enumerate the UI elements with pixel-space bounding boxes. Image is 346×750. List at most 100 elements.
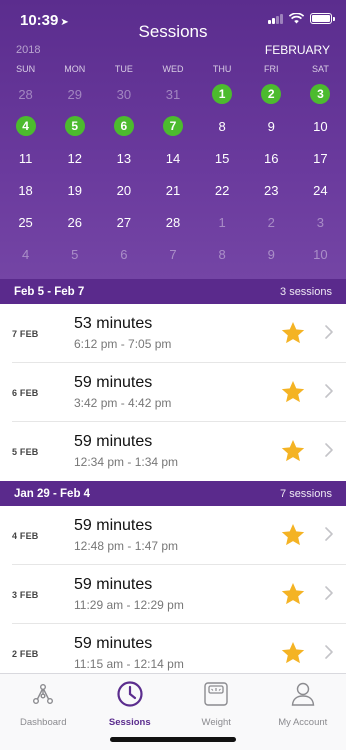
calendar-day[interactable]: 10 [296,238,345,270]
calendar-day[interactable]: 23 [247,174,296,206]
calendar-day[interactable]: 8 [198,110,247,142]
session-list[interactable]: Feb 5 - Feb 7 3 sessions 7 FEB 53 minutes 6:… [0,279,346,673]
calendar-day[interactable]: 5 [50,238,99,270]
calendar-grid: SUN MON TUE WED THU FRI SAT 28 29 30 31 1 2 3 4 5 6 7 8 9 1… [0,64,346,270]
calendar-day[interactable]: 15 [198,142,247,174]
calendar-day-number: 18 [18,182,33,198]
calendar-day[interactable]: 31 [148,78,197,110]
clock-icon [116,680,144,713]
calendar-day[interactable]: 1 [198,78,247,110]
calendar-day[interactable]: 28 [1,78,50,110]
star-icon[interactable] [280,320,306,346]
tab-label: My Account [278,717,328,728]
calendar-day[interactable]: 26 [50,206,99,238]
calendar-day[interactable]: 8 [198,238,247,270]
calendar-day-number: 19 [67,182,82,198]
chevron-right-icon [324,585,334,601]
calendar-day-number: 6 [120,246,128,262]
calendar-day[interactable]: 17 [296,142,345,174]
calendar-day[interactable]: 4 [1,238,50,270]
calendar-day-number: 8 [218,246,226,262]
calendar-day[interactable]: 11 [1,142,50,174]
session-day-marker: 6 [113,116,134,136]
session-row[interactable]: 5 FEB 59 minutes 12:34 pm - 1:34 pm [12,422,346,481]
calendar-day[interactable]: 9 [247,238,296,270]
calendar-day-number: 7 [169,246,177,262]
session-row[interactable]: 3 FEB 59 minutes 11:29 am - 12:29 pm [12,565,346,624]
calendar-week: 18 19 20 21 22 23 24 [0,174,346,206]
tab-label: Weight [201,717,231,728]
calendar-day[interactable]: 7 [148,110,197,142]
tab-dashboard[interactable]: Dashboard [0,674,87,750]
session-row[interactable]: 7 FEB 53 minutes 6:12 pm - 7:05 pm [12,304,346,363]
star-icon[interactable] [280,640,306,666]
session-day-marker: 3 [310,84,331,104]
calendar-day[interactable]: 24 [296,174,345,206]
session-group: 7 FEB 53 minutes 6:12 pm - 7:05 pm 6 FEB 59 … [0,304,346,481]
session-time-range: 11:29 am - 12:29 pm [74,598,184,612]
calendar-day-number: 10 [313,246,328,262]
calendar-day[interactable]: 21 [148,174,197,206]
week-range: Jan 29 - Feb 4 [14,487,91,500]
calendar-day-number: 1 [218,214,226,230]
calendar-day[interactable]: 6 [99,238,148,270]
session-date: 5 FEB [12,447,39,457]
calendar-day[interactable]: 14 [148,142,197,174]
calendar-day[interactable]: 18 [1,174,50,206]
calendar-header: 10:39 ➤ Sessions 2018 FEBRUARY SUN MON TUE W… [0,0,346,279]
tab-label: Dashboard [20,717,67,728]
session-date: 6 FEB [12,388,39,398]
star-icon[interactable] [280,438,306,464]
calendar-day[interactable]: 25 [1,206,50,238]
calendar-day[interactable]: 16 [247,142,296,174]
calendar-weeks: 28 29 30 31 1 2 3 4 5 6 7 8 9 10 11 12 13 14 15 16 17 18 19 20 2… [0,78,346,270]
session-date: 3 FEB [12,590,39,600]
calendar-day[interactable]: 29 [50,78,99,110]
calendar-day[interactable]: 13 [99,142,148,174]
calendar-day[interactable]: 19 [50,174,99,206]
calendar-day[interactable]: 6 [99,110,148,142]
calendar-day[interactable]: 2 [247,78,296,110]
scale-icon [202,680,230,713]
calendar-day[interactable]: 22 [198,174,247,206]
session-count: 7 sessions [280,487,332,500]
week-group-header: Feb 5 - Feb 7 3 sessions [0,279,346,304]
calendar-day[interactable]: 7 [148,238,197,270]
session-time-range: 12:34 pm - 1:34 pm [74,455,179,469]
calendar-day[interactable]: 30 [99,78,148,110]
calendar-day[interactable]: 12 [50,142,99,174]
calendar-day[interactable]: 9 [247,110,296,142]
calendar-day[interactable]: 4 [1,110,50,142]
star-icon[interactable] [280,379,306,405]
calendar-month[interactable]: FEBRUARY [265,43,330,57]
calendar-day-number: 31 [165,86,181,102]
calendar-day[interactable]: 27 [99,206,148,238]
calendar-day[interactable]: 2 [247,206,296,238]
star-icon[interactable] [280,522,306,548]
calendar-day[interactable]: 5 [50,110,99,142]
calendar-day[interactable]: 3 [296,206,345,238]
calendar-week: 11 12 13 14 15 16 17 [0,142,346,174]
session-row[interactable]: 6 FEB 59 minutes 3:42 pm - 4:42 pm [12,363,346,422]
calendar-day-number: 22 [214,182,230,198]
calendar-day-number: 23 [264,182,279,198]
calendar-day[interactable]: 28 [148,206,197,238]
person-icon [289,680,317,713]
chevron-right-icon [324,383,334,399]
page-title: Sessions [138,22,208,41]
star-icon[interactable] [280,581,306,607]
calendar-day-number: 25 [18,214,33,230]
calendar-day[interactable]: 3 [296,78,345,110]
calendar-day[interactable]: 10 [296,110,345,142]
session-duration: 59 minutes [74,517,153,534]
weekday-label: FRI [264,64,279,74]
calendar-day-number: 17 [313,150,328,166]
weekday-label: TUE [114,64,133,74]
tab-my-account[interactable]: My Account [260,674,346,750]
session-group: 4 FEB 59 minutes 12:48 pm - 1:47 pm 3 FEB 59… [0,506,346,673]
calendar-day[interactable]: 1 [198,206,247,238]
session-row[interactable]: 2 FEB 59 minutes 11:15 am - 12:14 pm [12,624,346,673]
calendar-day[interactable]: 20 [99,174,148,206]
week-range: Feb 5 - Feb 7 [14,285,85,298]
session-row[interactable]: 4 FEB 59 minutes 12:48 pm - 1:47 pm [12,506,346,565]
